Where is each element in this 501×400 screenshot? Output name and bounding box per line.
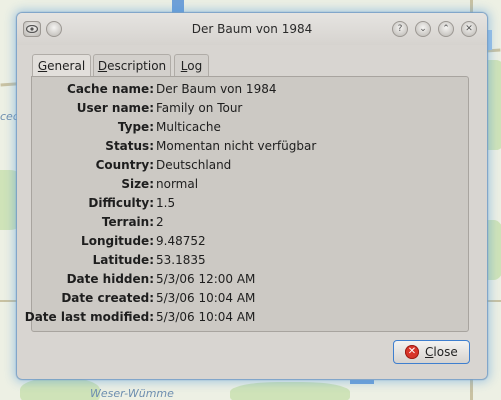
close-window-button[interactable]: ✕ <box>461 21 477 37</box>
close-button[interactable]: ✕ Close <box>393 340 470 364</box>
detail-value: 9.48752 <box>156 234 206 248</box>
close-icon: ✕ <box>405 345 419 359</box>
detail-row-difficulty: Difficulty: 1.5 <box>32 196 470 215</box>
title-bar[interactable]: Der Baum von 1984 ? ⌄ ⌃ ✕ <box>17 13 487 45</box>
detail-value: 5/3/06 10:04 AM <box>156 291 256 305</box>
map-label: Weser-Wümme <box>90 387 174 400</box>
detail-label: User name: <box>76 101 154 115</box>
detail-value: Der Baum von 1984 <box>156 82 277 96</box>
detail-row-longitude: Longitude: 9.48752 <box>32 234 470 253</box>
detail-value: Deutschland <box>156 158 232 172</box>
detail-row-type: Type: Multicache <box>32 120 470 139</box>
detail-label: Longitude: <box>81 234 154 248</box>
detail-value: 5/3/06 12:00 AM <box>156 272 256 286</box>
detail-row-date-last-modified: Date last modified: 5/3/06 10:04 AM <box>25 310 470 329</box>
detail-value: 2 <box>156 215 164 229</box>
detail-label: Date created: <box>61 291 154 305</box>
cache-details-dialog: Der Baum von 1984 ? ⌄ ⌃ ✕ General Descri… <box>17 13 487 379</box>
detail-label: Type: <box>117 120 154 134</box>
detail-row-date-created: Date created: 5/3/06 10:04 AM <box>32 291 470 310</box>
detail-row-latitude: Latitude: 53.1835 <box>32 253 470 272</box>
detail-label: Latitude: <box>92 253 154 267</box>
detail-label: Difficulty: <box>88 196 154 210</box>
general-tab-panel: Cache name: Der Baum von 1984 User name: F… <box>25 76 470 332</box>
detail-label: Date hidden: <box>66 272 154 286</box>
detail-value: normal <box>156 177 199 191</box>
close-button-label: Close <box>425 345 458 359</box>
detail-row-terrain: Terrain: 2 <box>32 215 470 234</box>
detail-value: Family on Tour <box>156 101 243 115</box>
detail-value: 1.5 <box>156 196 176 210</box>
detail-row-size: Size: normal <box>32 177 470 196</box>
detail-label: Cache name: <box>67 82 154 96</box>
detail-value: 5/3/06 10:04 AM <box>156 310 256 324</box>
help-button[interactable]: ? <box>392 21 408 37</box>
maximize-button[interactable]: ⌃ <box>438 21 454 37</box>
detail-row-status: Status: Momentan nicht verfügbar <box>32 139 470 158</box>
tab-general[interactable]: General <box>32 54 91 77</box>
minimize-button[interactable]: ⌄ <box>415 21 431 37</box>
detail-value: Multicache <box>156 120 221 134</box>
detail-row-cache-name: Cache name: Der Baum von 1984 <box>32 82 470 101</box>
detail-label: Date last modified: <box>24 310 154 324</box>
detail-value: Momentan nicht verfügbar <box>156 139 317 153</box>
detail-label: Country: <box>95 158 154 172</box>
detail-label: Terrain: <box>101 215 154 229</box>
detail-row-date-hidden: Date hidden: 5/3/06 12:00 AM <box>32 272 470 291</box>
detail-label: Size: <box>121 177 154 191</box>
tab-log[interactable]: Log <box>174 54 209 76</box>
detail-row-country: Country: Deutschland <box>32 158 470 177</box>
detail-value: 53.1835 <box>156 253 206 267</box>
detail-row-user-name: User name: Family on Tour <box>32 101 470 120</box>
detail-label: Status: <box>105 139 154 153</box>
tab-description[interactable]: Description <box>93 54 171 76</box>
